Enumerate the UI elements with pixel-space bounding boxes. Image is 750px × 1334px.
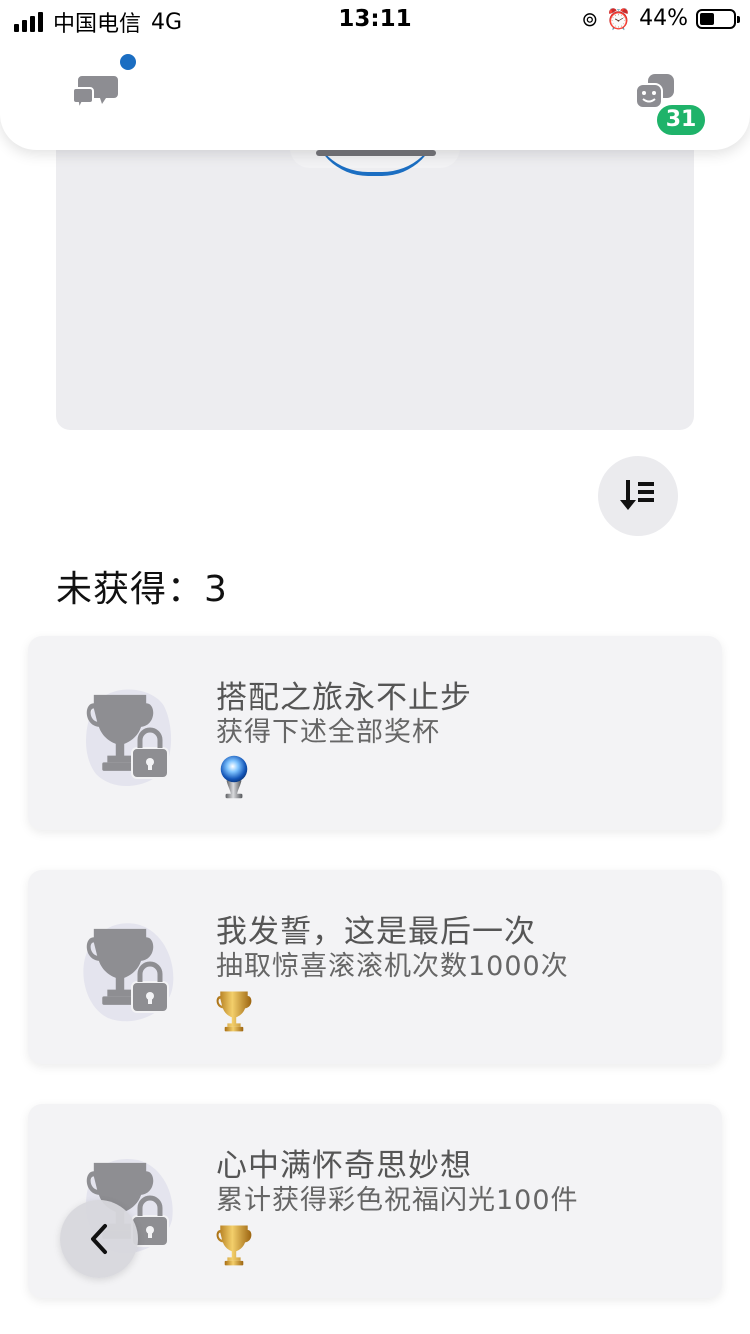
trophy-description: 获得下述全部奖杯 [216, 717, 440, 748]
trophy-card[interactable]: 心中满怀奇思妙想 累计获得彩色祝福闪光100件 [28, 1104, 722, 1298]
alarm-icon: ⏰ [606, 6, 632, 31]
status-right: ⊚ ⏰ 44% [581, 6, 740, 31]
drag-handle[interactable] [316, 150, 436, 156]
trophy-card[interactable]: 我发誓，这是最后一次 抽取惊喜滚滚机次数1000次 [28, 870, 722, 1064]
locked-trophy-icon [83, 923, 174, 1022]
battery-percent: 44% [639, 6, 688, 31]
trophy-description: 累计获得彩色祝福闪光100件 [216, 1185, 579, 1216]
locked-trophy-icon [86, 689, 172, 787]
section-title: 未获得：3 [56, 569, 228, 610]
trophy-card[interactable]: 搭配之旅永不止步 获得下述全部奖杯 [28, 636, 722, 830]
trophy-description: 抽取惊喜滚滚机次数1000次 [216, 951, 569, 982]
gold-grade-icon [214, 988, 254, 1034]
friends-count-badge: 31 [654, 102, 708, 138]
gold-grade-icon [214, 1222, 254, 1268]
battery-fill [700, 12, 714, 25]
notification-dot [120, 54, 136, 70]
back-button[interactable] [60, 1200, 138, 1278]
status-bar: 中国电信 4G 13:11 ⊚ ⏰ 44% [0, 0, 750, 40]
chat-icon[interactable] [72, 72, 120, 114]
battery-icon [696, 8, 740, 29]
chevron-left-icon [91, 1224, 107, 1254]
sort-button[interactable] [598, 456, 678, 536]
rotation-lock-icon: ⊚ [581, 6, 599, 31]
sort-descending-icon [620, 480, 654, 510]
platinum-grade-icon [220, 755, 248, 799]
